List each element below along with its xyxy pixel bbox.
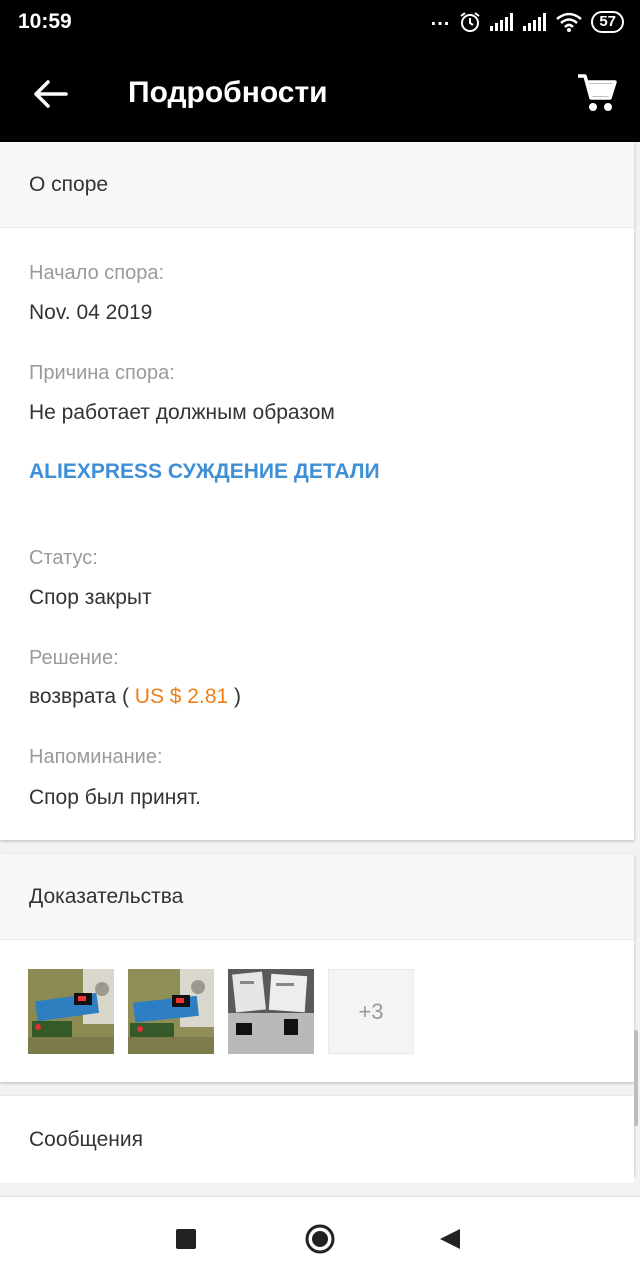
wifi-icon	[556, 12, 583, 32]
shopping-cart-icon[interactable]	[576, 72, 618, 114]
dispute-details-link[interactable]: ALIEXPRESS СУЖДЕНИЕ ДЕТАЛИ	[29, 460, 380, 484]
decision-suffix: )	[234, 685, 242, 708]
evidence-photo-1[interactable]	[28, 969, 114, 1054]
battery-icon: 57	[591, 11, 624, 33]
status-bar: 10:59 ... 57	[0, 0, 640, 44]
alarm-icon	[460, 12, 480, 32]
system-nav-bar	[0, 1196, 640, 1281]
refund-amount: US $ 2.81	[134, 685, 229, 708]
home-icon[interactable]	[304, 1223, 336, 1255]
evidence-card-header: Доказательства	[0, 854, 634, 940]
dispute-status-value: Спор закрыт	[29, 586, 152, 609]
scrollbar[interactable]	[634, 1030, 638, 1126]
messages-card: Сообщения	[0, 1096, 634, 1184]
signal-icon-2	[523, 13, 547, 31]
signal-icon	[490, 13, 514, 31]
messages-card-header[interactable]: Сообщения	[0, 1096, 634, 1184]
status-icons: ... 57	[431, 9, 624, 35]
decision-prefix: возврата (	[29, 685, 129, 708]
arrow-left-icon[interactable]	[30, 74, 70, 114]
evidence-thumbnails: +3	[28, 969, 414, 1054]
dispute-card-header: О споре	[0, 142, 634, 228]
dispute-start-label: Начало спора:	[29, 262, 164, 284]
app-toolbar: Подробности	[0, 44, 640, 142]
dispute-reminder-label: Напоминание:	[29, 746, 163, 768]
dispute-status-label: Статус:	[29, 547, 98, 569]
status-time: 10:59	[18, 10, 72, 33]
dispute-decision-label: Решение:	[29, 647, 119, 669]
dispute-decision-value: возврата ( US $ 2.81 )	[29, 685, 241, 709]
evidence-photo-3[interactable]	[228, 969, 314, 1054]
dispute-card: О споре Начало спора: Nov. 04 2019 Причи…	[0, 142, 634, 840]
evidence-photo-2[interactable]	[128, 969, 214, 1054]
dispute-reason-label: Причина спора:	[29, 362, 175, 384]
evidence-card: Доказательства +3	[0, 854, 634, 1082]
more-notifications-icon: ...	[430, 8, 451, 30]
dispute-reminder-value: Спор был принят.	[29, 786, 201, 809]
recent-apps-icon[interactable]	[176, 1229, 196, 1249]
nav-back-icon[interactable]	[438, 1227, 462, 1251]
more-evidence-button[interactable]: +3	[328, 969, 414, 1054]
dispute-reason-value: Не работает должным образом	[29, 401, 335, 424]
dispute-start-value: Nov. 04 2019	[29, 301, 153, 324]
page-title: Подробности	[128, 76, 328, 109]
